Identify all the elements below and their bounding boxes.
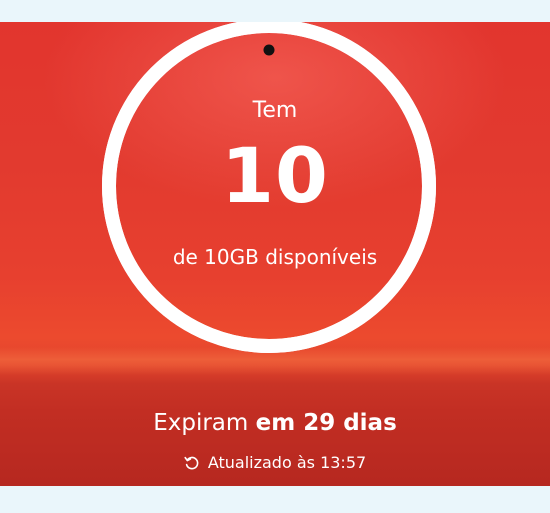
screen: Tem 10 de 10GB disponíveis Expiram em 29… xyxy=(0,0,550,513)
data-usage-card: Tem 10 de 10GB disponíveis Expiram em 29… xyxy=(0,22,550,486)
last-updated-text: Atualizado às 13:57 xyxy=(207,453,367,472)
expiry-text-bold: em 29 dias xyxy=(255,410,397,436)
usage-prefix-label: Tem xyxy=(252,98,298,123)
refresh-icon[interactable] xyxy=(184,455,200,471)
expiry-label: Expiram em 29 dias xyxy=(0,410,550,436)
usage-total-label: de 10GB disponíveis xyxy=(172,245,378,269)
usage-amount: 10 xyxy=(221,131,329,220)
last-updated: Atualizado às 13:57 xyxy=(0,453,550,472)
expiry-text-regular: Expiram xyxy=(153,410,256,436)
usage-ring-marker xyxy=(263,44,275,56)
